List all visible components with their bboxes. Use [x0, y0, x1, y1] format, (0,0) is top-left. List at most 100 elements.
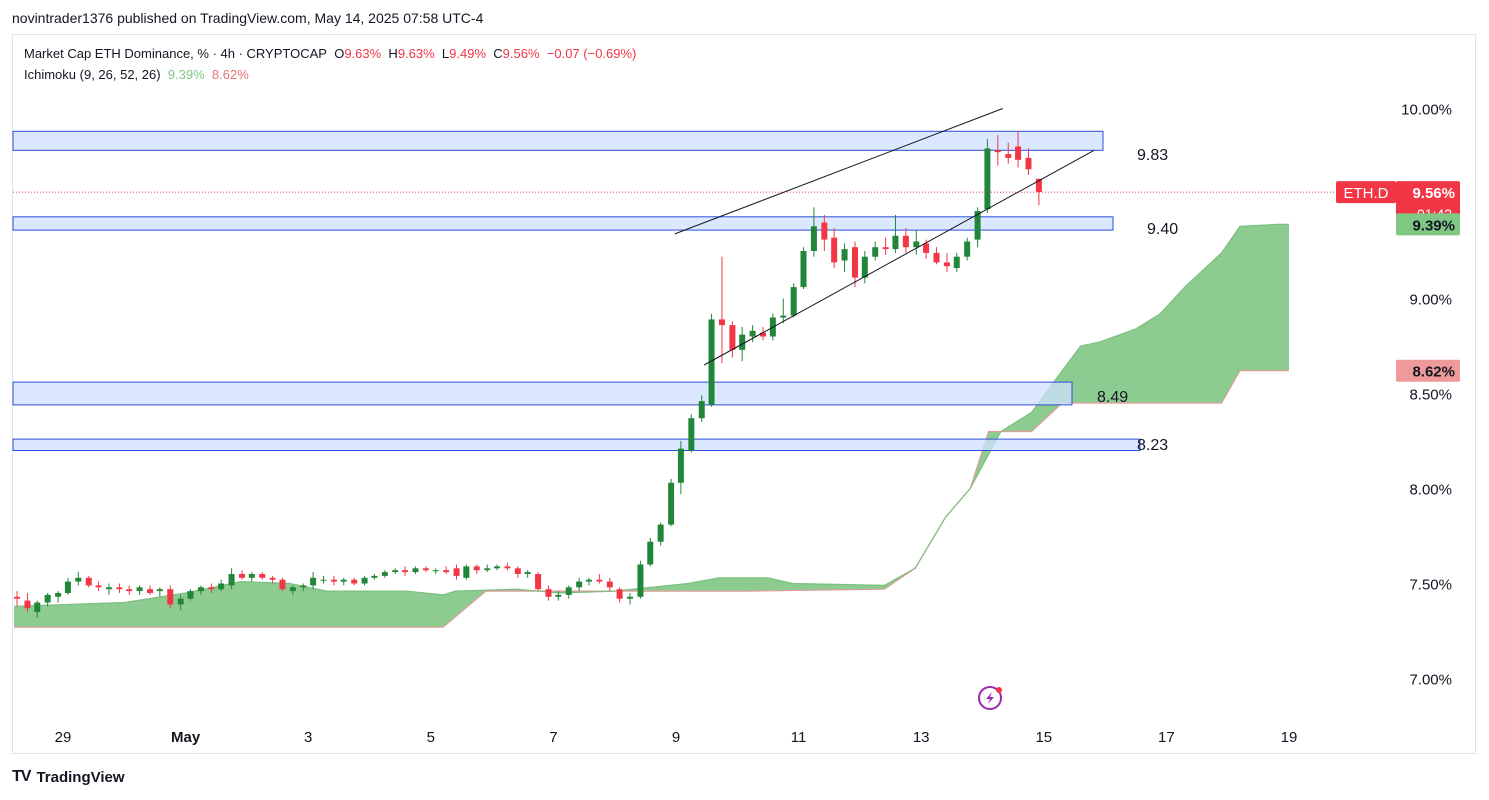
candle-body — [861, 256, 868, 278]
candles — [14, 131, 1042, 618]
candle-body — [545, 589, 552, 597]
y-tick-label: 8.00% — [1409, 482, 1452, 499]
candle-body — [371, 575, 378, 578]
alert-icon[interactable] — [978, 686, 1002, 710]
candle-body — [177, 598, 184, 605]
symbol-legend: Market Cap ETH Dominance, % · 4h · CRYPT… — [24, 46, 636, 61]
candle-body — [565, 587, 572, 595]
candle-body — [923, 243, 930, 253]
axes: 10.00% 9.00% 8.50% 8.00% 7.50% 7.00% 29 May 3 5 7 9… — [55, 102, 1452, 747]
channel-line — [674, 108, 1003, 235]
candle-body — [800, 251, 807, 288]
high-label: H — [388, 46, 398, 61]
candle-body — [116, 587, 123, 590]
candle-body — [739, 334, 746, 350]
span-a-value: 9.39% — [1412, 217, 1455, 234]
candle-body — [953, 256, 960, 269]
candle-body — [616, 589, 623, 599]
ichimoku-cloud — [13, 191, 1335, 628]
candle-body — [340, 579, 347, 582]
candle-body — [514, 568, 521, 574]
candle-body — [627, 596, 634, 599]
x-tick-label: 5 — [427, 729, 435, 746]
candle-body — [402, 570, 409, 573]
candle-body — [576, 581, 583, 588]
zone-label: 8.23 — [1137, 437, 1168, 454]
candle-body — [24, 600, 31, 609]
candle-body — [585, 579, 592, 582]
candle-body — [310, 577, 317, 586]
zone-rect — [12, 381, 1073, 406]
candle-body — [126, 589, 133, 592]
indicator-legend: Ichimoku (9, 26, 52, 26) 9.39% 8.62% — [24, 67, 249, 82]
candle-body — [688, 418, 695, 451]
candle-body — [1015, 146, 1022, 160]
close-label: C — [493, 46, 503, 61]
candle-body — [637, 564, 644, 597]
candle-body — [167, 589, 174, 605]
candle-body — [555, 594, 562, 597]
x-tick-label: 19 — [1281, 729, 1298, 746]
zone-rect — [12, 130, 1104, 151]
candle-body — [330, 579, 337, 582]
candle-body — [913, 241, 920, 248]
candle-body — [105, 587, 112, 590]
symbol-title: Market Cap ETH Dominance, % · 4h · CRYPT… — [24, 46, 327, 61]
candle-body — [218, 583, 225, 590]
footer-brand[interactable]: TV TradingView — [12, 768, 125, 786]
candle-body — [841, 249, 848, 261]
candle-body — [443, 570, 450, 573]
candle-body — [300, 585, 307, 588]
candle-body — [943, 262, 950, 267]
close-value: 9.56% — [502, 46, 540, 61]
span-b-value: 8.62% — [1412, 364, 1455, 381]
x-tick-label: 15 — [1035, 729, 1052, 746]
candle-body — [136, 587, 143, 592]
candle-body — [657, 524, 664, 542]
candle-body — [749, 330, 756, 337]
candle-body — [933, 252, 940, 263]
x-tick-label: 9 — [672, 729, 680, 746]
candle-body — [156, 589, 163, 592]
candle-body — [453, 568, 460, 576]
chart-canvas[interactable]: 9.83 9.40 8.49 8.23 10.00% 9.00% 8.50% 8.00% 7.… — [0, 0, 1489, 800]
candle-body — [504, 566, 511, 569]
candle-body — [361, 577, 368, 584]
candle-body — [248, 574, 255, 578]
candle-body — [279, 579, 286, 590]
candle-body — [984, 148, 991, 210]
tradingview-logo-icon: TV — [12, 768, 31, 785]
open-value: 9.63% — [344, 46, 382, 61]
y-tick-label: 8.50% — [1409, 387, 1452, 404]
y-tick-label: 7.50% — [1409, 577, 1452, 594]
candle-body — [1025, 157, 1032, 170]
candle-body — [412, 568, 419, 573]
candle-body — [351, 579, 358, 584]
candle-body — [882, 247, 889, 250]
candle-body — [64, 581, 71, 593]
zone-rect — [12, 438, 1141, 452]
low-value: 9.49% — [449, 46, 487, 61]
candle-body — [392, 570, 399, 573]
high-value: 9.63% — [397, 46, 435, 61]
candle-body — [964, 241, 971, 257]
candle-body — [463, 566, 470, 578]
candle-body — [892, 235, 899, 250]
candle-body — [831, 237, 838, 263]
x-tick-label: May — [171, 729, 201, 746]
zone-label: 9.83 — [1137, 147, 1168, 164]
candle-body — [851, 247, 858, 278]
candle-body — [668, 482, 675, 525]
candle-body — [780, 315, 787, 318]
zones: 9.83 9.40 8.49 8.23 — [12, 130, 1178, 454]
candle-body — [197, 587, 204, 592]
candle-body — [872, 247, 879, 257]
candle-body — [85, 577, 92, 586]
candle-body — [422, 568, 429, 571]
candle-body — [647, 541, 654, 565]
change-value: −0.07 (−0.69%) — [546, 46, 637, 61]
candle-body — [810, 226, 817, 251]
candle-body — [95, 585, 102, 588]
zone-rect — [12, 216, 1114, 231]
candle-body — [1005, 154, 1012, 158]
